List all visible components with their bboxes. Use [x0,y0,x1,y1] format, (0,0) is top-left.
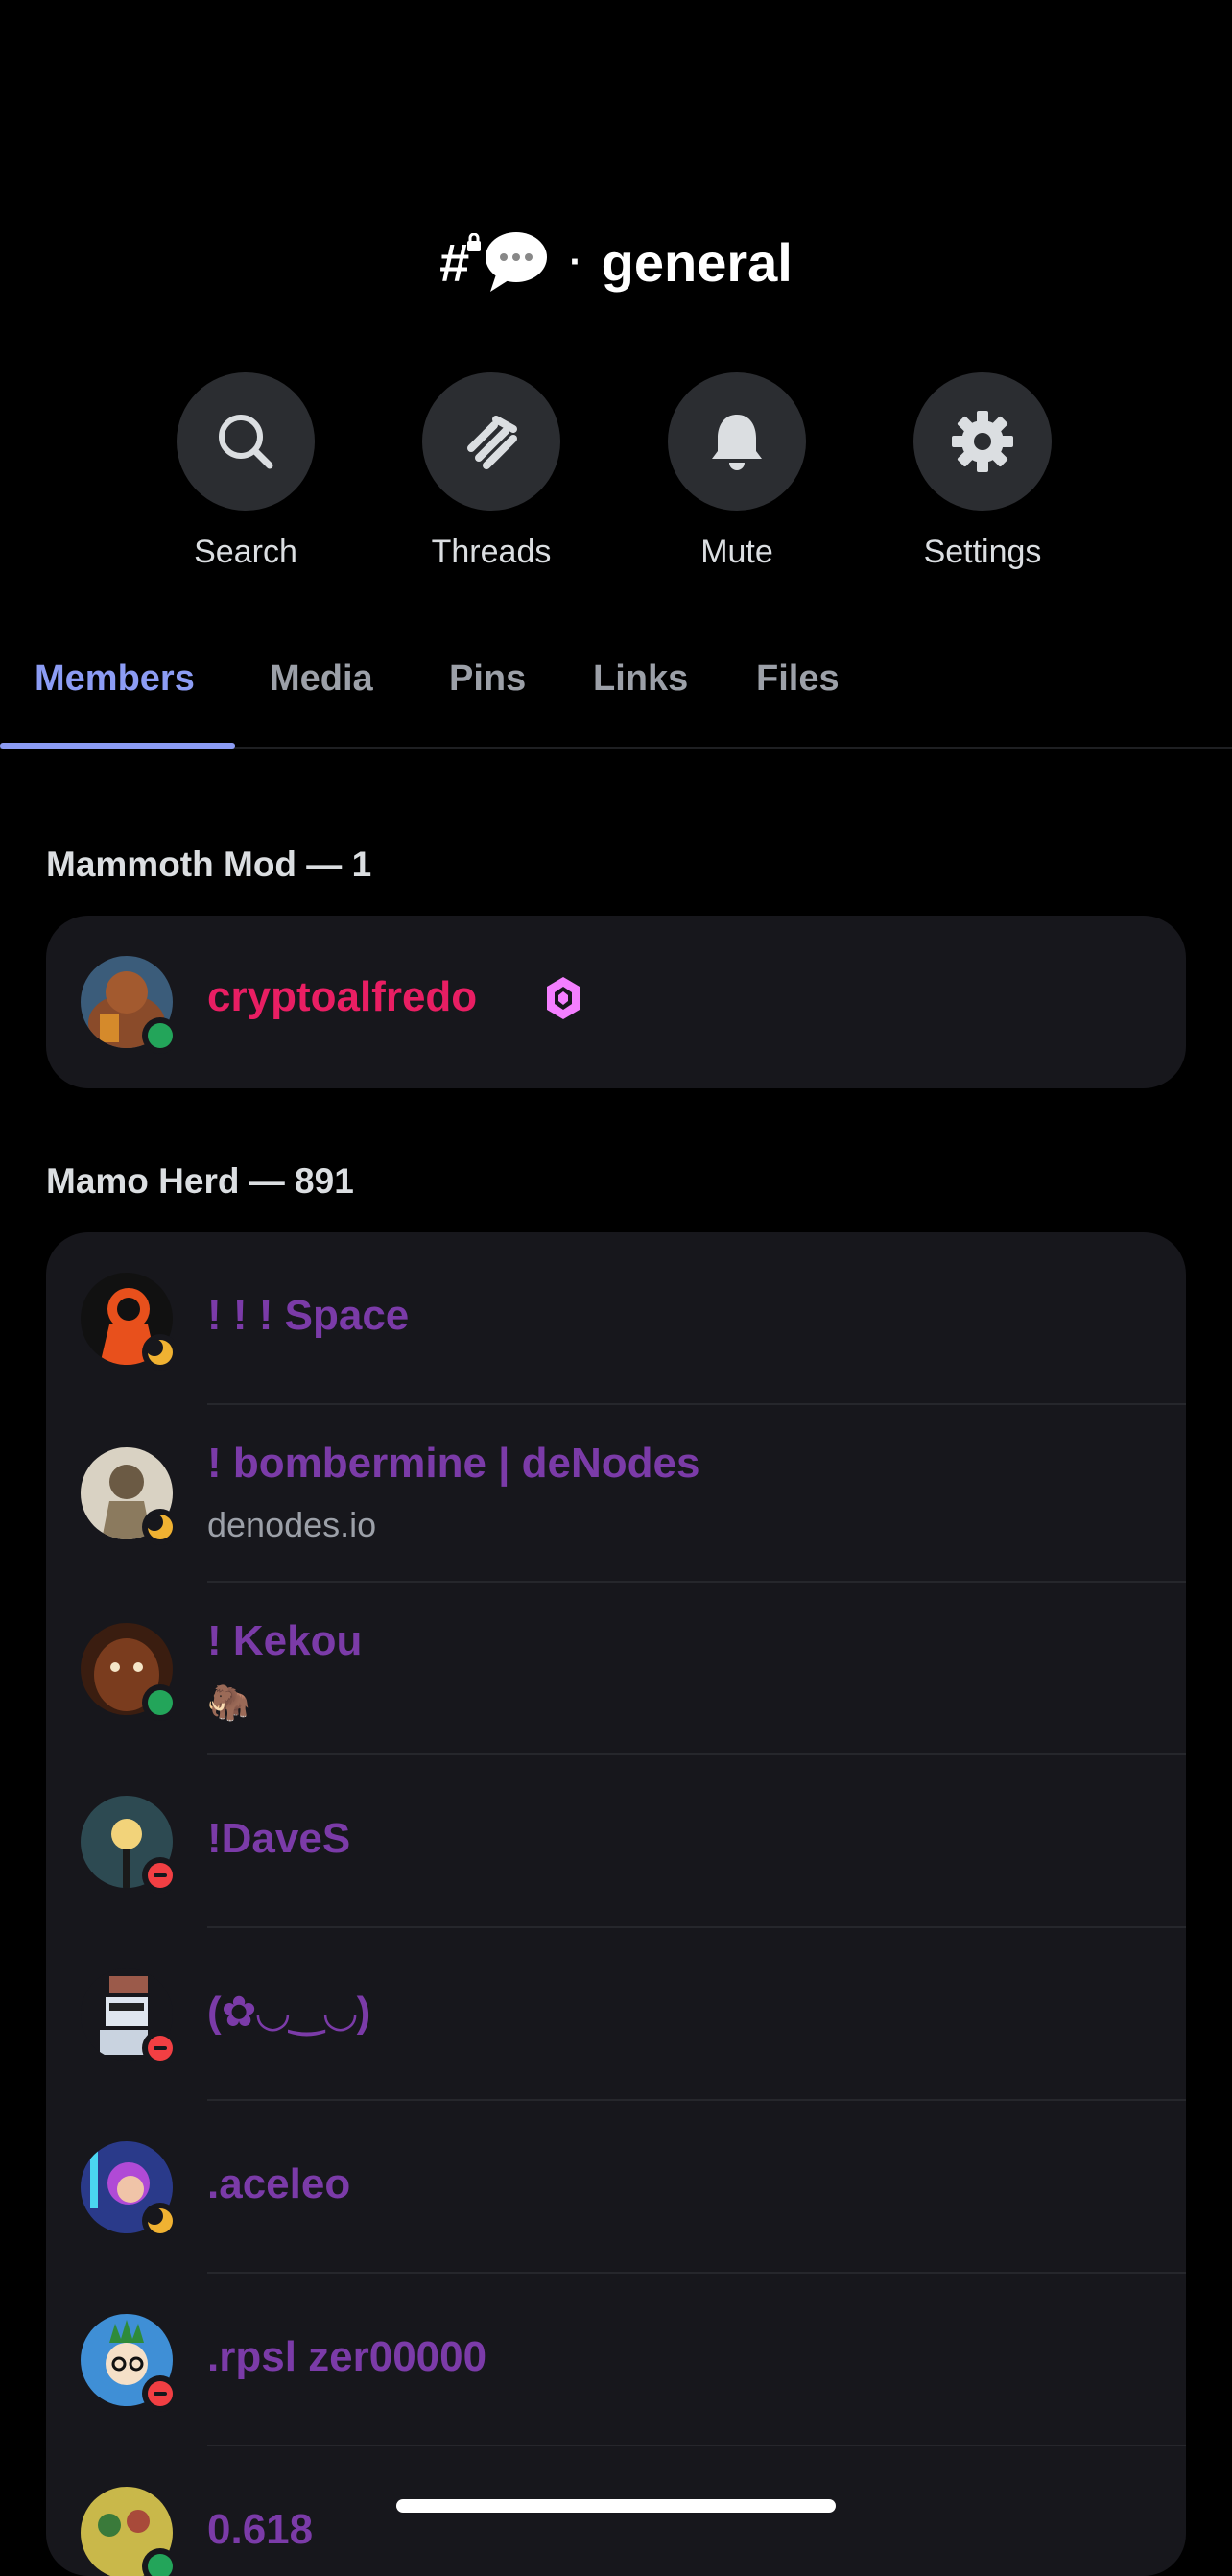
avatar [81,2487,178,2576]
status-dnd-icon [142,1857,178,1894]
member-row[interactable]: .rpsl zer00000 [46,2274,1186,2446]
tab-links[interactable]: Links [593,658,688,700]
tab-files[interactable]: Files [756,658,840,700]
threads-label: Threads [431,534,552,570]
member-name: 0.618 [207,2506,314,2553]
member-tabs: Members Media Pins Links Files [0,641,1232,749]
member-row[interactable]: (✿◡‿◡) [46,1928,1186,2101]
tab-media[interactable]: Media [270,658,373,700]
avatar [81,1623,178,1721]
status-dnd-icon [142,2375,178,2412]
avatar [81,2314,178,2412]
settings-button[interactable]: Settings [887,372,1078,571]
avatar [81,1447,178,1545]
bell-icon [712,415,762,470]
search-label: Search [194,534,297,570]
channel-actions: Search Threads Mute Settings [0,372,1232,584]
status-idle-icon [142,1509,178,1545]
threads-button[interactable]: Threads [395,372,587,571]
member-name: .rpsl zer00000 [207,2333,487,2380]
speech-bubble-icon [486,232,548,292]
member-row[interactable]: !DaveS [46,1755,1186,1928]
member-row[interactable]: ! Kekou 🦣 [46,1583,1186,1755]
member-row[interactable]: ! ! ! Space [46,1232,1186,1405]
member-name: ! ! ! Space [207,1292,410,1339]
channel-name: general [601,231,793,293]
member-status-text: denodes.io [207,1505,377,1544]
threads-icon [467,416,517,469]
locked-channel-icon: # [439,231,482,294]
gear-icon [952,411,1013,472]
member-row[interactable]: ! bombermine | deNodes denodes.io [46,1405,1186,1583]
mute-label: Mute [700,534,773,570]
avatar [81,956,178,1054]
status-online-icon [142,1684,178,1721]
section-header-mod: Mammoth Mod — 1 [46,845,372,884]
member-name: !DaveS [207,1815,351,1862]
avatar [81,1796,178,1894]
nitro-gem-icon [547,977,580,1019]
avatar [81,2141,178,2239]
search-button[interactable]: Search [150,372,342,571]
tab-pins[interactable]: Pins [449,658,526,700]
status-idle-icon [142,2203,178,2239]
member-row[interactable]: .aceleo [46,2101,1186,2274]
mute-button[interactable]: Mute [641,372,833,571]
status-online-icon [142,1017,178,1054]
search-icon [219,415,273,469]
status-online-icon [142,2548,178,2576]
avatar [81,1968,178,2066]
title-separator: · [569,240,582,283]
member-list-herd: ! ! ! Space ! bombermine | deNodes denod… [46,1232,1186,2576]
member-row[interactable]: cryptoalfredo [46,916,1186,1088]
channel-title: # · general [0,230,1232,294]
member-status-text: 🦣 [207,1682,250,1722]
status-idle-icon [142,1334,178,1371]
settings-label: Settings [923,534,1042,570]
member-list-mod: cryptoalfredo [46,916,1186,1088]
status-dnd-icon [142,2030,178,2066]
member-name: (✿◡‿◡) [207,1989,371,2036]
tab-members[interactable]: Members [35,658,195,700]
member-name: ! Kekou [207,1617,363,1664]
active-tab-indicator [0,743,235,749]
home-indicator[interactable] [396,2499,836,2513]
section-header-herd: Mamo Herd — 891 [46,1161,354,1201]
avatar [81,1273,178,1371]
member-name: cryptoalfredo [207,973,478,1020]
member-name: .aceleo [207,2160,351,2207]
member-name: ! bombermine | deNodes [207,1440,700,1487]
